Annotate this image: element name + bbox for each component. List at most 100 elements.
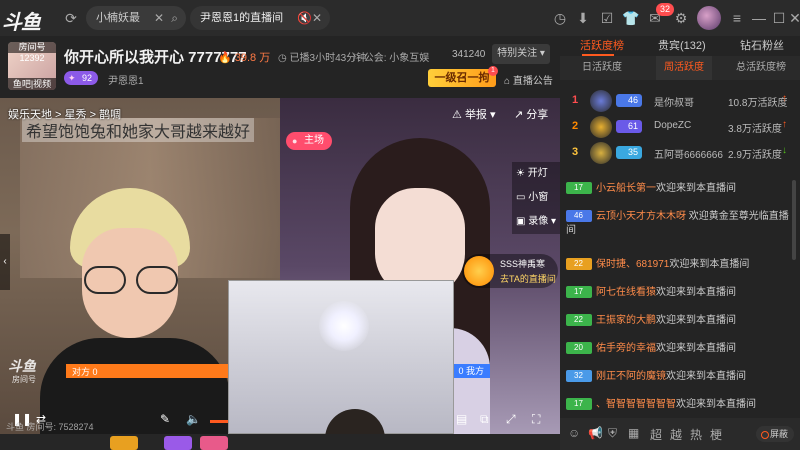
chat-tool-meme[interactable]: 梗 xyxy=(710,426,722,443)
fan-badge: 32 xyxy=(566,370,592,383)
host-tag: 主场 xyxy=(286,132,332,150)
download-icon[interactable]: ⬇ xyxy=(574,9,592,27)
minimize-icon[interactable]: — xyxy=(750,9,768,27)
megaphone-icon[interactable]: 📢 xyxy=(588,426,603,440)
trend-icon: ↓ xyxy=(782,145,787,156)
medal-icon xyxy=(590,116,612,138)
edit-icon[interactable]: ✎ xyxy=(160,412,170,426)
chat-username[interactable]: 小云船长第一 xyxy=(596,183,656,194)
block-toggle[interactable]: 屏蔽 xyxy=(756,426,795,442)
share-button[interactable]: ↗ 分享 xyxy=(514,106,548,122)
promo-button[interactable]: 一级召一拘 xyxy=(428,69,496,87)
tab-vip[interactable]: 贵宾(132) xyxy=(658,36,706,56)
streamer-left xyxy=(40,158,230,434)
chat-username[interactable]: 王振家的大鹏 xyxy=(596,315,656,326)
gift-item[interactable] xyxy=(200,436,228,450)
close-icon[interactable]: ✕ xyxy=(312,6,322,30)
fan-badge: 17 xyxy=(566,286,592,299)
widescreen-icon[interactable]: ⤢ xyxy=(506,412,516,427)
chat-tool-super[interactable]: 超 xyxy=(650,426,662,443)
chat-message: 17 阿七在线看猿欢迎来到本直播间 xyxy=(566,286,796,300)
rank-score: 3.8万活跃度 xyxy=(728,124,782,135)
menu-icon[interactable]: ≡ xyxy=(728,9,746,27)
chat-message: 46 云顶小天才方木木呀 欢迎黄金至尊光临直播间 xyxy=(566,210,796,238)
fan-badge: 22 xyxy=(566,258,592,271)
tab-activity-rank[interactable]: 活跃度榜 xyxy=(580,36,624,56)
chat-username[interactable]: 、智智智智智智智 xyxy=(596,399,676,410)
room-category-tag[interactable]: 鱼吧|视频 xyxy=(8,78,56,90)
emoji-icon[interactable]: ☺ xyxy=(568,426,580,440)
gift-item[interactable] xyxy=(110,436,138,450)
fan-badge: 20 xyxy=(566,342,592,355)
chat-list[interactable]: 17 小云船长第一欢迎来到本直播间 46 云顶小天才方木木呀 欢迎黄金至尊光临直播间… xyxy=(560,178,800,428)
gear-icon[interactable]: ⚙ xyxy=(672,9,690,27)
video-player[interactable]: 希望饱饱兔和她家大哥越来越好 娱乐天地 > 星秀 > 鹊啁 ⚠ 举报 ▾ ↗ 分… xyxy=(0,98,560,434)
tab-diamond-fans[interactable]: 钻石粉丝 xyxy=(740,36,784,56)
shield-icon[interactable]: ⛨ xyxy=(608,426,617,441)
fan-badge: 17 xyxy=(566,398,592,411)
close-icon[interactable]: ✕ xyxy=(154,6,164,30)
subtab-weekly[interactable]: 周活跃度 xyxy=(656,56,712,80)
room-avatar[interactable]: 房间号 12392 鱼吧|视频 xyxy=(8,42,56,90)
mini-window-button[interactable]: ▭ 小窗 xyxy=(512,186,560,210)
rank-username[interactable]: DopeZC xyxy=(654,120,691,131)
rank-username[interactable]: 五阿哥6666666 xyxy=(654,146,723,161)
chat-username[interactable]: 阿七在线看猿 xyxy=(596,287,656,298)
search-icon[interactable]: ⌕ xyxy=(171,6,178,30)
chat-username[interactable]: 云顶小天才方木木呀 xyxy=(596,211,686,222)
chat-text: 欢迎来到本直播间 xyxy=(676,399,756,410)
rank-subtabs: 日活跃度 周活跃度 总活跃度榜 xyxy=(560,56,800,80)
anchor-name[interactable]: 尹恩恩1 xyxy=(108,72,144,87)
chat-username[interactable]: 保时捷、681971 xyxy=(596,259,669,270)
subtab-daily[interactable]: 日活跃度 xyxy=(582,56,622,80)
chat-scrollbar[interactable] xyxy=(792,180,796,260)
chat-tool-hot[interactable]: 热 xyxy=(690,426,702,443)
chat-username[interactable]: 刚正不阿的魔镜 xyxy=(596,371,666,382)
rank-row[interactable]: 1 46 是你叔哥 10.8万活跃度 ↑ xyxy=(560,88,800,114)
quality-icon[interactable]: ▤ xyxy=(456,412,467,426)
gift-item[interactable] xyxy=(164,436,192,450)
chat-message: 32 刚正不阿的魔镜欢迎来到本直播间 xyxy=(566,370,796,384)
breadcrumb[interactable]: 娱乐天地 > 星秀 > 鹊啁 xyxy=(8,106,121,122)
guild-info[interactable]: ⚐ 公会: 小象互娱 xyxy=(352,49,429,64)
refresh-icon[interactable]: ⟳ xyxy=(62,9,80,27)
trend-icon: ↑ xyxy=(782,93,787,104)
rank-number: 1 xyxy=(572,94,579,106)
bag-icon[interactable]: ▦ xyxy=(628,426,639,440)
chat-message: 20 佑手旁的幸福欢迎来到本直播间 xyxy=(566,342,796,356)
volume-slider[interactable] xyxy=(210,420,228,423)
tab-live-room[interactable]: 尹恩恩1的直播间 🔇 ✕ xyxy=(190,6,330,30)
tab-search[interactable]: 小楠妖最 ✕ ⌕ xyxy=(86,6,186,30)
fullscreen-icon[interactable]: ⛶ xyxy=(532,412,540,427)
chat-text: 欢迎来到本直播间 xyxy=(656,183,736,194)
opponent-room-link[interactable]: 去TA的直播间 xyxy=(500,272,556,285)
history-icon[interactable]: ◷ xyxy=(551,9,569,27)
app-logo: 斗鱼 xyxy=(2,12,41,34)
record-button[interactable]: ▣ 录像 ▾ xyxy=(512,210,560,234)
pip-icon[interactable]: ⧉ xyxy=(480,412,489,427)
close-window-icon[interactable]: ✕ xyxy=(786,9,800,27)
chat-tool-yue[interactable]: 越 xyxy=(670,426,682,443)
volume-icon[interactable]: 🔈 xyxy=(186,412,201,426)
task-icon[interactable]: ☑ xyxy=(598,9,616,27)
light-toggle[interactable]: ☀ 开灯 xyxy=(512,162,560,186)
rank-row[interactable]: 2 61 DopeZC 3.8万活跃度 ↑ xyxy=(560,114,800,140)
follow-button[interactable]: 特别关注 ▾ xyxy=(492,44,550,64)
rank-row[interactable]: 3 35 五阿哥6666666 2.9万活跃度 ↓ xyxy=(560,140,800,166)
mute-icon[interactable]: 🔇 xyxy=(297,6,312,30)
chat-text: 欢迎来到本直播间 xyxy=(656,315,736,326)
collapse-left-icon[interactable]: ‹ xyxy=(0,234,10,290)
chat-text: 欢迎来到本直播间 xyxy=(669,259,750,270)
subtab-total[interactable]: 总活跃度榜 xyxy=(736,56,786,80)
announcement-button[interactable]: ⌂ 直播公告 xyxy=(504,72,553,87)
chat-username[interactable]: 佑手旁的幸福 xyxy=(596,343,656,354)
report-button[interactable]: ⚠ 举报 ▾ xyxy=(452,106,496,122)
shirt-icon[interactable]: 👕 xyxy=(622,9,640,27)
rank-username[interactable]: 是你叔哥 xyxy=(654,94,694,109)
user-avatar[interactable] xyxy=(697,6,721,30)
pk-opponent-card[interactable]: SSS神禹寒 去TA的直播间 xyxy=(462,254,558,288)
fan-badge: 22 xyxy=(566,314,592,327)
rank-score: 2.9万活跃度 xyxy=(728,150,782,161)
chat-text: 欢迎来到本直播间 xyxy=(666,371,746,382)
warning-icon: ⚠ xyxy=(452,109,462,121)
